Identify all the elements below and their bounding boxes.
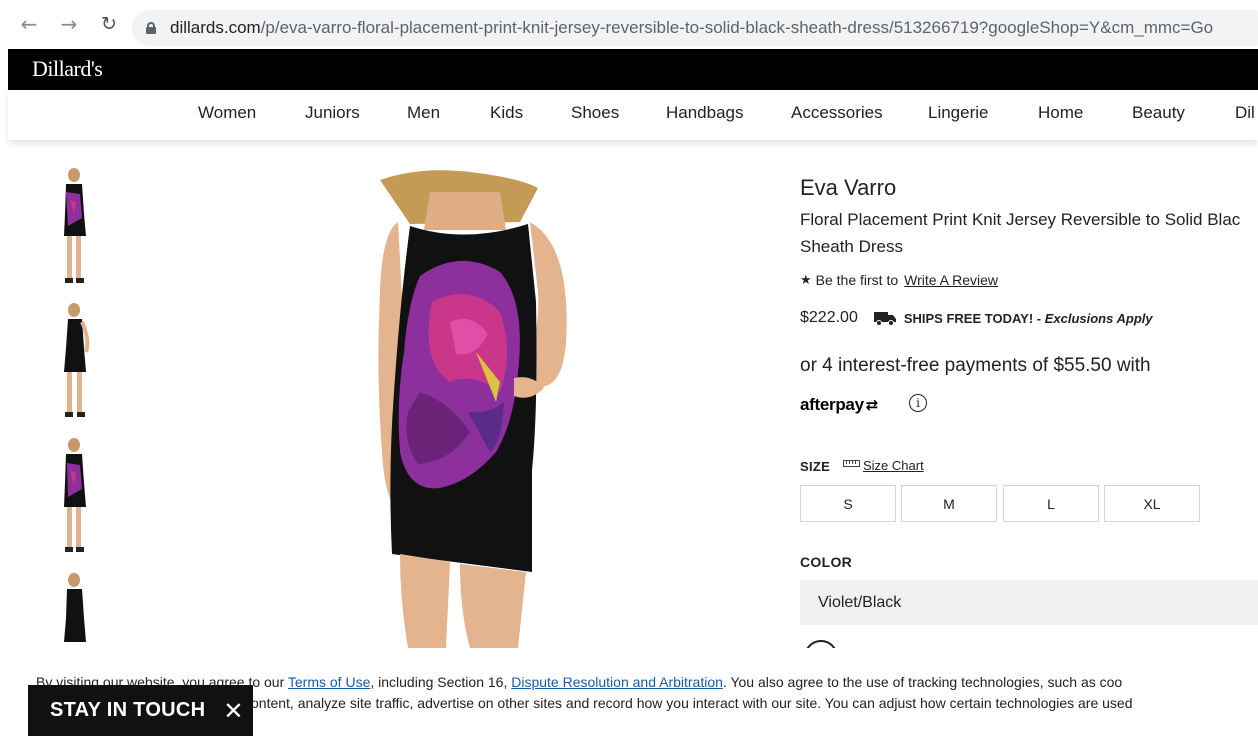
category-nav: Women Juniors Men Kids Shoes Handbags Ac…	[8, 90, 1258, 140]
address-bar[interactable]: dillards.com/p/eva-varro-floral-placemen…	[132, 10, 1258, 46]
cookie-line2-text: content, analyze site traffic, advertise…	[244, 695, 1133, 711]
url-path: /p/eva-varro-floral-placement-print-knit…	[260, 18, 1214, 37]
nav-item-beauty[interactable]: Beauty	[1132, 103, 1185, 123]
terms-of-use-link[interactable]: Terms of Use	[288, 674, 370, 690]
size-option-xl[interactable]: XL	[1104, 485, 1200, 522]
info-icon[interactable]: i	[909, 394, 927, 412]
shipping-text: SHIPS FREE TODAY! - Exclusions Apply	[904, 311, 1153, 326]
product-thumbnail[interactable]	[46, 435, 106, 557]
nav-item-accessories[interactable]: Accessories	[791, 103, 883, 123]
size-option-s[interactable]: S	[800, 485, 896, 522]
product-title-line2: Sheath Dress	[800, 237, 903, 256]
color-selector[interactable]: Violet/Black	[800, 580, 1258, 625]
cookie-line1-end: . You also agree to the use of tracking …	[722, 674, 1123, 690]
ruler-icon	[843, 460, 860, 467]
shipping-separator: -	[1033, 310, 1045, 326]
forward-arrow-icon[interactable]: →	[56, 11, 82, 37]
product-price: $222.00	[800, 309, 858, 326]
product-title: Floral Placement Print Knit Jersey Rever…	[800, 206, 1258, 260]
exclusions-link[interactable]: Exclusions Apply	[1045, 311, 1153, 326]
nav-item-lingerie[interactable]: Lingerie	[928, 103, 989, 123]
nav-item-kids[interactable]: Kids	[490, 103, 523, 123]
nav-item-home[interactable]: Home	[1038, 103, 1083, 123]
close-icon[interactable]: ✕	[223, 697, 243, 725]
afterpay-wordmark: afterpay	[800, 395, 864, 414]
product-thumbnail[interactable]	[46, 166, 106, 288]
review-row: ★ Be the first to Write A Review	[800, 272, 998, 288]
lock-icon	[146, 22, 156, 34]
product-title-line1: Floral Placement Print Knit Jersey Rever…	[800, 210, 1241, 229]
product-thumbnail[interactable]	[46, 300, 106, 422]
stay-in-touch-label: STAY IN TOUCH	[50, 699, 206, 721]
stay-in-touch-bar[interactable]: STAY IN TOUCH ✕	[28, 685, 253, 736]
nav-item-handbags[interactable]: Handbags	[666, 103, 744, 123]
write-review-link[interactable]: Write A Review	[904, 272, 998, 288]
back-arrow-icon[interactable]: ←	[16, 11, 42, 37]
page: ← → ↻ dillards.com/p/eva-varro-floral-pl…	[0, 0, 1258, 736]
nav-item-dil[interactable]: Dil	[1235, 103, 1255, 123]
dillards-logo[interactable]: Dillard's	[32, 56, 103, 82]
afterpay-logo: afterpay ⇄	[800, 395, 878, 415]
size-option-m[interactable]: M	[901, 485, 997, 522]
review-prefix: Be the first to	[815, 272, 899, 288]
truck-icon	[873, 310, 898, 326]
dispute-resolution-link[interactable]: Dispute Resolution and Arbitration	[511, 674, 723, 690]
product-thumbnail[interactable]	[46, 570, 106, 648]
price-row: $222.00 SHIPS FREE TODAY! - Exclusions A…	[800, 309, 1153, 327]
nav-item-men[interactable]: Men	[407, 103, 440, 123]
size-chart-link[interactable]: Size Chart	[863, 458, 924, 473]
brand-bar	[8, 49, 1258, 90]
browser-toolbar: ← → ↻ dillards.com/p/eva-varro-floral-pl…	[0, 0, 1258, 48]
nav-item-women[interactable]: Women	[198, 103, 256, 123]
main-product-image[interactable]	[300, 152, 670, 648]
size-option-l[interactable]: L	[1003, 485, 1099, 522]
nav-item-shoes[interactable]: Shoes	[571, 103, 619, 123]
reload-icon[interactable]: ↻	[96, 11, 122, 37]
star-icon: ★	[800, 272, 812, 288]
shipping-label: SHIPS FREE TODAY!	[903, 310, 1034, 326]
cookie-line1-mid: , including Section 16,	[370, 674, 512, 690]
installments-text: or 4 interest-free payments of $55.50 wi…	[800, 355, 1151, 376]
nav-item-juniors[interactable]: Juniors	[305, 103, 360, 123]
product-brand[interactable]: Eva Varro	[800, 175, 896, 201]
url-host: dillards.com	[170, 18, 261, 37]
afterpay-arrows-icon: ⇄	[865, 396, 879, 414]
size-label: SIZE	[800, 459, 831, 474]
color-label: COLOR	[800, 554, 853, 570]
